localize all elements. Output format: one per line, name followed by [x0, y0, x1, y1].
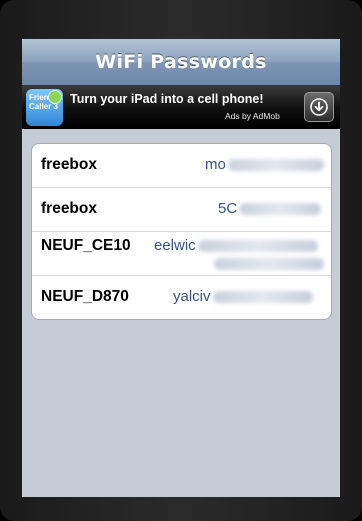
network-password: mo	[205, 156, 324, 173]
password-text: 5C	[218, 200, 238, 217]
password-text: mo	[205, 156, 226, 173]
ad-headline: Turn your iPad into a cell phone!	[70, 92, 264, 106]
device-frame: WiFi Passwords Friend Caller 3 Turn your…	[0, 0, 362, 521]
list-item[interactable]: NEUF_D870 yalciv	[32, 276, 331, 319]
app-screen: WiFi Passwords Friend Caller 3 Turn your…	[22, 39, 340, 497]
navigation-bar: WiFi Passwords	[22, 39, 340, 86]
network-ssid: NEUF_D870	[41, 288, 129, 305]
chat-bubble-icon	[48, 90, 62, 104]
network-password: yalciv	[173, 288, 313, 305]
network-ssid: NEUF_CE10	[41, 237, 131, 254]
password-redaction	[239, 203, 322, 216]
ad-attribution: Ads by AdMob	[225, 111, 280, 121]
network-ssid: freebox	[41, 156, 97, 173]
ad-app-logo: Friend Caller 3	[26, 89, 63, 126]
network-list: freebox mo freebox 5C NEUF_CE10 eelwic N…	[31, 143, 332, 320]
password-redaction	[197, 240, 318, 253]
password-text: eelwic	[154, 237, 196, 254]
network-password: 5C	[218, 200, 322, 217]
list-item[interactable]: freebox 5C	[32, 188, 331, 232]
network-ssid: freebox	[41, 200, 97, 217]
download-arrow-icon[interactable]	[304, 92, 334, 122]
password-redaction-line2	[214, 258, 324, 270]
network-password: eelwic	[154, 237, 318, 254]
list-item[interactable]: NEUF_CE10 eelwic	[32, 232, 331, 276]
password-redaction	[227, 159, 324, 172]
ad-banner[interactable]: Friend Caller 3 Turn your iPad into a ce…	[22, 86, 340, 129]
list-item[interactable]: freebox mo	[32, 144, 331, 188]
page-title: WiFi Passwords	[95, 51, 267, 73]
password-redaction	[212, 291, 313, 304]
password-text: yalciv	[173, 288, 211, 305]
